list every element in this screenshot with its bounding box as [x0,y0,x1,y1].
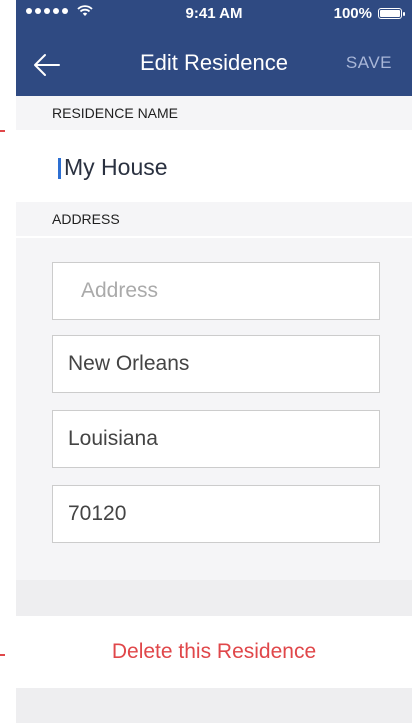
edge-marker [0,130,5,132]
left-margin [0,0,16,723]
nav-bar: Edit Residence SAVE [16,36,412,92]
zip-input[interactable]: 70120 [52,485,380,543]
delete-residence-button[interactable]: Delete this Residence [16,640,412,664]
residence-name-value[interactable]: My House [64,154,168,181]
address-panel: Address New Orleans Louisiana 70120 [16,238,412,580]
delete-row[interactable]: Delete this Residence [16,616,412,688]
state-input[interactable]: Louisiana [52,410,380,468]
residence-name-label: RESIDENCE NAME [16,96,412,130]
battery-percent: 100% [333,5,372,22]
save-button[interactable]: SAVE [346,53,392,73]
status-bar: 9:41 AM 100% [16,0,412,28]
address-label: ADDRESS [16,202,412,236]
city-input[interactable]: New Orleans [52,335,380,393]
section-divider [16,580,412,616]
edge-marker [0,654,5,656]
screen: 9:41 AM 100% Edit Residence SAVE RESIDEN… [16,0,412,723]
battery-icon [378,8,405,19]
residence-name-field[interactable]: My House [16,130,412,202]
street-address-input[interactable]: Address [52,262,380,320]
header: 9:41 AM 100% Edit Residence SAVE [16,0,412,96]
section-divider [16,688,412,723]
battery-indicator: 100% [333,5,405,22]
text-caret [58,158,61,179]
